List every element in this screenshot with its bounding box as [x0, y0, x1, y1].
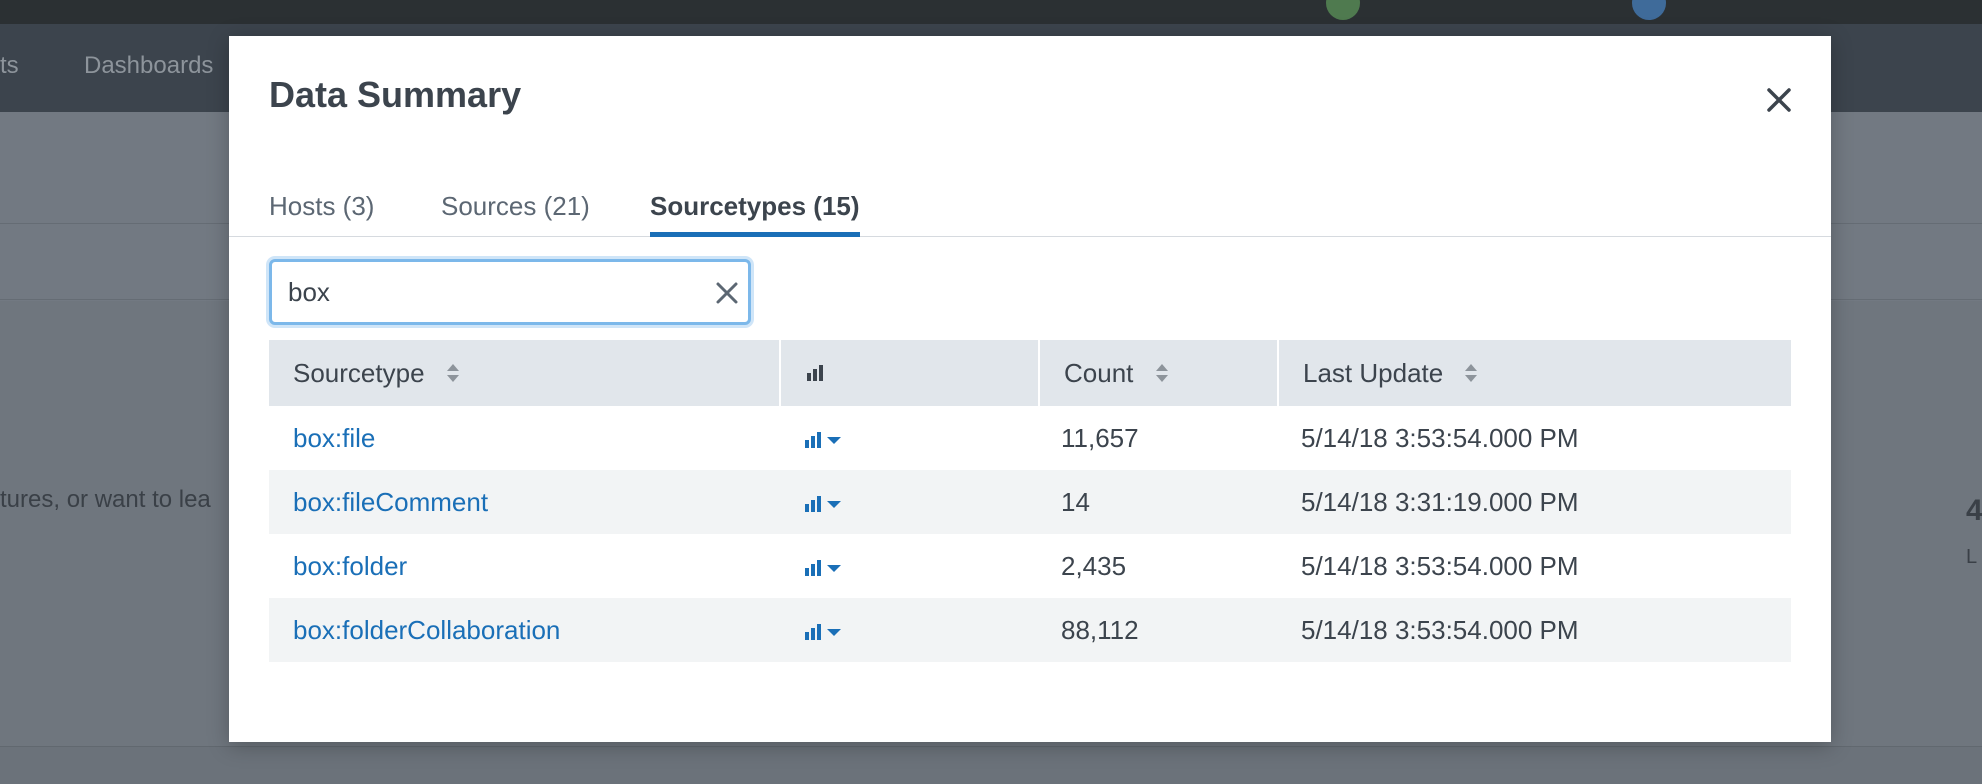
last-update-value: 5/14/18 3:53:54.000 PM [1301, 551, 1579, 581]
bar-chart-icon [807, 365, 823, 382]
chart-menu-button[interactable] [803, 470, 845, 534]
column-label: Last Update [1303, 358, 1444, 388]
background-nav-dashboards: Dashboards [84, 52, 214, 79]
tab-sourcetypes[interactable]: Sourcetypes (15) [650, 176, 860, 237]
last-update-value: 5/14/18 3:53:54.000 PM [1301, 423, 1579, 453]
count-value: 11,657 [1061, 423, 1139, 453]
data-summary-modal: Data Summary Hosts (3) Sources (21) Sour… [229, 36, 1831, 742]
column-header-chart [779, 340, 1038, 406]
search-box [269, 259, 751, 325]
column-label: Count [1064, 358, 1134, 388]
background-label: L [1966, 546, 1978, 568]
tab-bar: Hosts (3) Sources (21) Sourcetypes (15) [229, 176, 1831, 237]
bar-chart-dropdown-icon [805, 432, 841, 449]
last-update-value: 5/14/18 3:53:54.000 PM [1301, 615, 1579, 645]
sourcetype-table: Sourcetype Count Last Update box:file 11… [269, 340, 1791, 662]
background-footer [0, 746, 1982, 784]
sort-icon [446, 364, 459, 383]
status-dot-icon [1326, 0, 1360, 20]
background-number: 4 [1966, 494, 1982, 527]
table-row: box:folder 2,435 5/14/18 3:53:54.000 PM [269, 534, 1791, 598]
column-header-last-update[interactable]: Last Update [1277, 340, 1791, 406]
sort-icon [1465, 364, 1478, 383]
column-label: Sourcetype [293, 358, 425, 388]
count-value: 2,435 [1061, 551, 1127, 581]
tab-sources[interactable]: Sources (21) [441, 176, 590, 237]
last-update-value: 5/14/18 3:31:19.000 PM [1301, 487, 1579, 517]
table-row: box:fileComment 14 5/14/18 3:31:19.000 P… [269, 470, 1791, 534]
background-top-bar [0, 0, 1982, 24]
bar-chart-dropdown-icon [805, 560, 841, 577]
chart-menu-button[interactable] [803, 598, 845, 662]
clear-icon [716, 282, 738, 304]
sort-icon [1155, 364, 1168, 383]
bar-chart-dropdown-icon [805, 624, 841, 641]
close-button[interactable] [1763, 84, 1795, 116]
table-row: box:folderCollaboration 88,112 5/14/18 3… [269, 598, 1791, 662]
chart-menu-button[interactable] [803, 534, 845, 598]
sourcetype-link[interactable]: box:fileComment [293, 470, 488, 534]
user-avatar-icon [1632, 0, 1666, 20]
count-value: 88,112 [1061, 615, 1139, 645]
sourcetype-link[interactable]: box:folder [293, 534, 407, 598]
close-icon [1767, 88, 1791, 112]
sourcetype-link[interactable]: box:file [293, 406, 375, 470]
count-value: 14 [1061, 487, 1090, 517]
column-header-count[interactable]: Count [1038, 340, 1277, 406]
table-header: Sourcetype Count Last Update [269, 340, 1791, 406]
search-input[interactable] [288, 274, 688, 310]
sourcetype-link[interactable]: box:folderCollaboration [293, 598, 560, 662]
background-nav-item: ts [0, 52, 19, 79]
chart-menu-button[interactable] [803, 406, 845, 470]
modal-title: Data Summary [269, 74, 522, 115]
column-header-sourcetype[interactable]: Sourcetype [269, 340, 779, 406]
table-row: box:file 11,657 5/14/18 3:53:54.000 PM [269, 406, 1791, 470]
bar-chart-dropdown-icon [805, 496, 841, 513]
clear-search-button[interactable] [714, 280, 740, 306]
tab-hosts[interactable]: Hosts (3) [269, 176, 374, 237]
background-text: tures, or want to lea [0, 486, 211, 513]
